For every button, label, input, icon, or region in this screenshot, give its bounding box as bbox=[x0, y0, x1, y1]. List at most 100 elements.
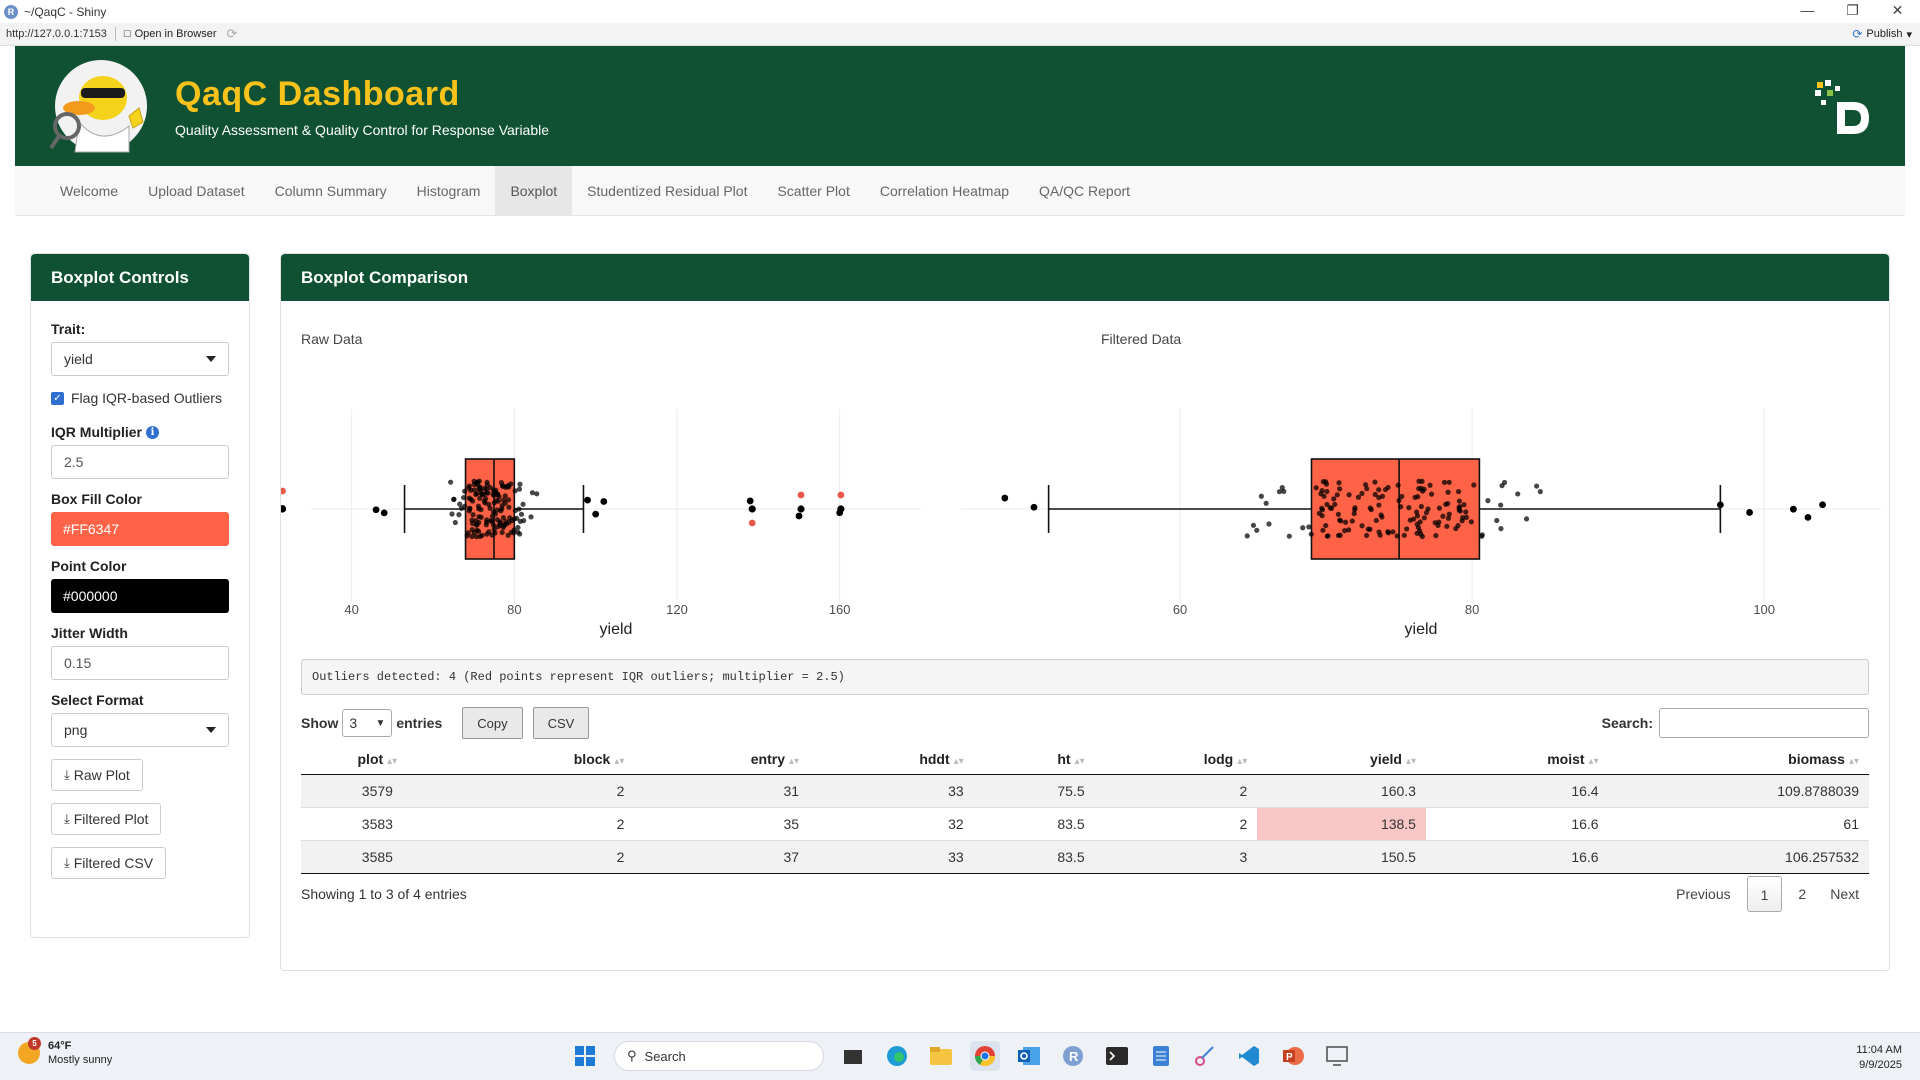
info-icon[interactable]: i bbox=[146, 425, 159, 439]
next-page-button[interactable]: Next bbox=[1818, 876, 1871, 912]
data-point bbox=[1335, 511, 1341, 517]
flag-outliers-checkbox[interactable]: ✓ Flag IQR-based Outliers bbox=[51, 390, 229, 406]
edge-icon[interactable] bbox=[882, 1041, 912, 1071]
download-filtered-plot-button[interactable]: ⤓ Filtered Plot bbox=[51, 803, 162, 835]
data-point bbox=[1419, 478, 1425, 485]
table-row[interactable]: 3579 2 31 33 75.5 2 160.3 16.4 109.8788039 bbox=[301, 774, 1869, 808]
taskbar-search[interactable]: ⚲ Search bbox=[614, 1041, 824, 1071]
window-title: ~/QaqC - Shiny bbox=[24, 4, 107, 19]
iqr-multiplier-input[interactable]: 2.5 bbox=[51, 445, 229, 479]
iqr-multiplier-text: IQR Multiplier bbox=[51, 424, 142, 440]
data-point bbox=[1441, 479, 1448, 485]
windows-start-icon[interactable] bbox=[570, 1041, 600, 1071]
column-header-yield[interactable]: yield ▴▾ bbox=[1257, 744, 1426, 775]
data-point bbox=[462, 488, 468, 494]
tab-correlation-heatmap[interactable]: Correlation Heatmap bbox=[865, 166, 1024, 215]
task-view-icon[interactable] bbox=[838, 1041, 868, 1071]
data-point bbox=[1457, 508, 1463, 514]
format-select[interactable]: png bbox=[51, 713, 229, 747]
r-icon[interactable]: R bbox=[1058, 1041, 1088, 1071]
data-point bbox=[1395, 482, 1401, 488]
previous-page-button[interactable]: Previous bbox=[1664, 876, 1742, 912]
page-2-button[interactable]: 2 bbox=[1786, 876, 1818, 912]
vscode-icon[interactable] bbox=[1234, 1041, 1264, 1071]
column-header-entry[interactable]: entry ▴▾ bbox=[634, 744, 810, 775]
refresh-icon[interactable]: ⟳ bbox=[227, 26, 238, 42]
column-header-biomass[interactable]: biomass ▴▾ bbox=[1608, 744, 1869, 775]
column-header-block[interactable]: block ▴▾ bbox=[453, 744, 635, 775]
publish-button[interactable]: ⟳ Publish ▾ bbox=[1852, 27, 1912, 41]
window-titlebar: R ~/QaqC - Shiny — ❐ ✕ bbox=[0, 0, 1920, 23]
data-point bbox=[490, 522, 497, 528]
tab-column-summary[interactable]: Column Summary bbox=[260, 166, 402, 215]
close-icon[interactable]: ✕ bbox=[1875, 0, 1920, 23]
system-clock[interactable]: 11:04 AM 9/9/2025 bbox=[1856, 1043, 1902, 1073]
table-row[interactable]: 3585 2 37 33 83.5 3 150.5 16.6 106.257532 bbox=[301, 840, 1869, 874]
column-header-label: biomass bbox=[1788, 750, 1845, 767]
chrome-icon[interactable] bbox=[970, 1041, 1000, 1071]
download-filtered-csv-button[interactable]: ⤓ Filtered CSV bbox=[51, 847, 167, 879]
weather-widget[interactable]: 5 64°F Mostly sunny bbox=[18, 1037, 112, 1067]
data-point bbox=[1342, 519, 1349, 525]
page-1-button[interactable]: 1 bbox=[1746, 876, 1783, 912]
terminal-icon[interactable] bbox=[1102, 1041, 1132, 1071]
extreme-point bbox=[1030, 503, 1038, 511]
notepad-icon[interactable] bbox=[1146, 1041, 1176, 1071]
remote-desktop-icon[interactable] bbox=[1322, 1041, 1352, 1071]
search-input[interactable] bbox=[1659, 708, 1869, 738]
data-point bbox=[1453, 525, 1459, 532]
entries-length-select[interactable]: 3 ▼ bbox=[342, 709, 393, 737]
data-point bbox=[477, 495, 483, 501]
sort-icon: ▴▾ bbox=[1405, 755, 1416, 767]
column-header-hddt[interactable]: hddt ▴▾ bbox=[809, 744, 974, 775]
powerpoint-icon[interactable]: P bbox=[1278, 1041, 1308, 1071]
publish-icon: ⟳ bbox=[1852, 27, 1863, 41]
cell-moist: 16.6 bbox=[1425, 840, 1609, 874]
column-header-label: yield bbox=[1370, 750, 1402, 767]
jitter-width-input[interactable]: 0.15 bbox=[51, 646, 229, 680]
data-point bbox=[1365, 526, 1371, 532]
csv-button[interactable]: CSV bbox=[532, 707, 590, 739]
data-point bbox=[483, 496, 489, 502]
data-point bbox=[1337, 486, 1343, 492]
search-icon: ⚲ bbox=[627, 1048, 637, 1063]
cell-hddt: 33 bbox=[809, 840, 974, 874]
data-point bbox=[512, 488, 518, 494]
sort-icon: ▴▾ bbox=[953, 755, 964, 767]
tab-histogram[interactable]: Histogram bbox=[402, 166, 496, 215]
cell-moist: 16.4 bbox=[1425, 774, 1609, 808]
point-color-input[interactable]: #000000 bbox=[51, 579, 229, 613]
url-text: http://127.0.0.1:7153 bbox=[6, 28, 107, 40]
copy-button[interactable]: Copy bbox=[462, 707, 523, 739]
cell-block: 2 bbox=[453, 774, 635, 808]
tab-qaqc-report[interactable]: QA/QC Report bbox=[1024, 166, 1145, 215]
data-point bbox=[489, 532, 495, 538]
trait-select[interactable]: yield bbox=[51, 342, 229, 376]
data-point bbox=[1419, 488, 1426, 494]
tab-welcome[interactable]: Welcome bbox=[45, 166, 133, 215]
open-in-browser-button[interactable]: □ Open in Browser bbox=[124, 28, 217, 40]
table-header-row: plot ▴▾ block ▴▾ entry ▴▾ hddt ▴▾ ht ▴▾ lodg ▴▾ yiel… bbox=[301, 744, 1869, 775]
tab-studentized-residual-plot[interactable]: Studentized Residual Plot bbox=[572, 166, 762, 215]
trait-select-value: yield bbox=[64, 351, 93, 367]
tab-upload-dataset[interactable]: Upload Dataset bbox=[133, 166, 260, 215]
tab-scatter-plot[interactable]: Scatter Plot bbox=[762, 166, 864, 215]
data-point bbox=[1321, 493, 1327, 499]
box-fill-color-input[interactable]: #FF6347 bbox=[51, 512, 229, 546]
column-header-ht[interactable]: ht ▴▾ bbox=[973, 744, 1095, 775]
tab-boxplot[interactable]: Boxplot bbox=[495, 166, 573, 215]
minimize-icon[interactable]: — bbox=[1785, 0, 1830, 23]
outlook-icon[interactable] bbox=[1014, 1041, 1044, 1071]
data-point bbox=[1373, 517, 1379, 524]
column-header-lodg[interactable]: lodg ▴▾ bbox=[1094, 744, 1258, 775]
table-row[interactable]: 3583 2 35 32 83.5 2 138.5 16.6 61 bbox=[301, 807, 1869, 841]
file-explorer-icon[interactable] bbox=[926, 1041, 956, 1071]
column-header-moist[interactable]: moist ▴▾ bbox=[1425, 744, 1609, 775]
download-raw-plot-button[interactable]: ⤓ Raw Plot bbox=[51, 759, 143, 791]
column-header-plot[interactable]: plot ▴▾ bbox=[301, 744, 454, 775]
snipping-tool-icon[interactable] bbox=[1190, 1041, 1220, 1071]
data-point bbox=[476, 514, 482, 520]
cell-block: 2 bbox=[453, 840, 635, 874]
restore-icon[interactable]: ❐ bbox=[1830, 0, 1875, 23]
download-filtered-csv-label: Filtered CSV bbox=[73, 855, 154, 871]
